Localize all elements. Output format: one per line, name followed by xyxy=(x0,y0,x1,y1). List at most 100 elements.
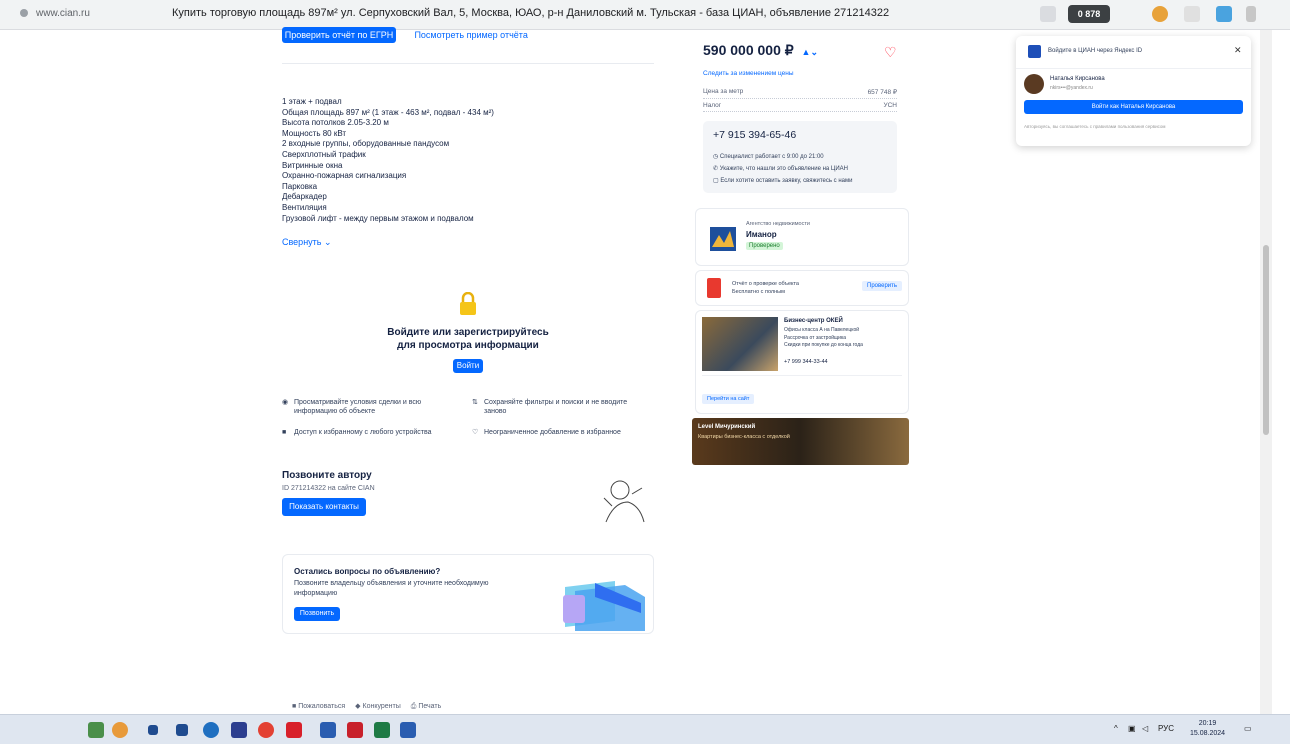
login-gate: Войдите или зарегистрируйтесь для просмо… xyxy=(282,291,654,373)
questions-text-2: информацию xyxy=(294,590,338,597)
questions-title: Остались вопросы по объявлению? xyxy=(294,567,441,576)
tax-row-value: УСН xyxy=(883,102,897,109)
price-row-label: Цена за метр xyxy=(703,88,744,95)
agency-label: Агентство недвижимости xyxy=(746,221,810,227)
description-line: Мощность 80 кВт xyxy=(282,128,347,138)
report-text: Отчёт о проверке объекта Бесплатно с пол… xyxy=(732,281,799,295)
competitors-link[interactable]: Конкуренты xyxy=(363,703,401,710)
feature-item: ■ Доступ к избранному с любого устройства xyxy=(282,429,432,436)
login-as-button[interactable]: Войти как Наталья Кирсанова xyxy=(1024,100,1243,114)
lock-icon xyxy=(459,291,477,316)
visit-site-button[interactable]: Перейти на сайт xyxy=(702,394,755,404)
pdf-icon xyxy=(707,278,721,298)
ad-phone[interactable]: +7 999 344-33-44 xyxy=(784,359,828,365)
weather-icon[interactable] xyxy=(112,722,128,738)
questions-card: Остались вопросы по объявлению? Позвонит… xyxy=(282,554,654,634)
browser-toolbar: www.cian.ru Купить торговую площадь 897м… xyxy=(0,0,1290,30)
avatar xyxy=(1024,74,1044,94)
example-report-link[interactable]: Посмотреть пример отчёта xyxy=(414,30,527,40)
app-icon[interactable] xyxy=(231,722,247,738)
print-link[interactable]: Печать xyxy=(418,703,441,710)
call-button[interactable]: Позвонить xyxy=(294,607,340,621)
description-line: 2 входные группы, оборудованные пандусом xyxy=(282,139,450,149)
verified-badge: Проверено xyxy=(746,242,783,250)
description-line: Дебаркадер xyxy=(282,192,327,202)
volume-icon[interactable]: ◁ xyxy=(1142,724,1148,733)
task-view-icon[interactable] xyxy=(148,725,158,735)
price-watch-link[interactable]: Следить за изменением цены xyxy=(703,70,794,77)
description-line: Общая площадь 897 м² (1 этаж - 463 м², п… xyxy=(282,107,494,117)
phone-icon: ✆ xyxy=(713,166,720,172)
start-icon[interactable] xyxy=(88,722,104,738)
eye-icon: ◉ xyxy=(282,399,289,406)
yandex-browser-icon[interactable] xyxy=(258,722,274,738)
site-info-icon[interactable] xyxy=(20,9,28,17)
heart-icon: ♡ xyxy=(472,429,479,436)
yandex-login-popup: Войдите в ЦИАН через Яндекс ID ✕ Наталья… xyxy=(1016,36,1251,146)
check-report-button[interactable]: Проверить отчёт по ЕГРН xyxy=(282,27,396,43)
description-line: Витринные окна xyxy=(282,160,343,170)
login-button[interactable]: Войти xyxy=(453,359,483,373)
ad-card: Бизнес-центр ОКЕЙ Офисы класса А на Паве… xyxy=(695,310,909,414)
clock[interactable]: 20:19 15.08.2024 xyxy=(1190,719,1225,739)
collapse-link[interactable]: Свернуть ⌄ xyxy=(282,237,332,248)
phone-number[interactable]: +7 915 394-65-46 xyxy=(713,129,796,141)
file-explorer-icon[interactable] xyxy=(176,724,188,736)
description-line: Вентиляция xyxy=(282,202,327,212)
price-row-value: 657 748 ₽ xyxy=(867,89,897,96)
acrobat-icon[interactable] xyxy=(347,722,363,738)
popup-title: Войдите в ЦИАН через Яндекс ID xyxy=(1048,48,1143,54)
address-bar[interactable]: www.cian.ru xyxy=(36,8,90,19)
price-details: Цена за метр 657 748 ₽ Налог УСН xyxy=(703,88,897,112)
download-icon[interactable] xyxy=(1246,6,1256,22)
divider xyxy=(1016,68,1251,69)
page-scrollbar[interactable] xyxy=(1260,30,1272,714)
ad-title: Бизнес-центр ОКЕЙ xyxy=(784,318,843,324)
edge-icon[interactable] xyxy=(203,722,219,738)
footer-links: ■ Пожаловаться ◆ Конкуренты ⎙ Печать xyxy=(292,702,441,711)
language-indicator[interactable]: РУС xyxy=(1158,724,1174,733)
sync-icon[interactable] xyxy=(1216,6,1232,22)
notifications-icon[interactable]: ▭ xyxy=(1244,724,1252,733)
tray-chevron-icon[interactable]: ^ xyxy=(1114,724,1118,733)
word-icon[interactable] xyxy=(400,722,416,738)
divider xyxy=(282,63,654,64)
check-report-small-button[interactable]: Проверить xyxy=(862,281,903,291)
author-illustration xyxy=(584,472,654,528)
show-contacts-button[interactable]: Показать контакты xyxy=(282,498,366,516)
ad-disclaimer xyxy=(702,375,902,385)
phone-illustration xyxy=(555,577,651,631)
close-icon[interactable]: ✕ xyxy=(1234,45,1242,56)
favorite-icon[interactable]: ♡ xyxy=(884,44,897,61)
banner-title: Level Мичуринский xyxy=(698,424,756,430)
profile-icon[interactable] xyxy=(1152,6,1168,22)
banner-subtitle: Квартиры бизнес-класса с отделкой xyxy=(698,434,790,440)
price-history-icon[interactable]: ▲⌄ xyxy=(802,47,818,57)
network-icon[interactable]: ▣ xyxy=(1128,724,1136,733)
report-card: Отчёт о проверке объекта Бесплатно с пол… xyxy=(695,270,909,306)
feature-item: ⇅ Сохраняйте фильтры и поиски и не вводит… xyxy=(472,399,628,415)
login-subtitle: для просмотра информации xyxy=(397,340,539,351)
description-line: Сверхплотный трафик xyxy=(282,149,366,159)
promo-banner[interactable]: Level Мичуринский Квартиры бизнес-класса… xyxy=(692,418,909,465)
extensions-icon[interactable] xyxy=(1184,6,1200,22)
price: 590 000 000 ₽ ▲⌄ xyxy=(703,42,818,58)
agency-card[interactable]: Агентство недвижимости Иманор Проверено xyxy=(695,208,909,266)
scrollbar-thumb[interactable] xyxy=(1263,245,1269,435)
excel-icon[interactable] xyxy=(374,722,390,738)
print-icon: ⎙ xyxy=(410,703,417,710)
bookmark-icon[interactable] xyxy=(1040,6,1056,22)
opera-icon[interactable] xyxy=(286,722,302,738)
popup-legal: Авторизуясь, вы соглашаетесь с правилами… xyxy=(1024,124,1166,129)
login-title: Войдите или зарегистрируйтесь xyxy=(387,327,549,338)
extension-badge[interactable]: 0 878 xyxy=(1068,5,1110,23)
complaint-link[interactable]: Пожаловаться xyxy=(298,703,345,710)
agency-name: Иманор xyxy=(746,230,777,239)
devices-icon: ■ xyxy=(282,429,287,436)
store-icon[interactable] xyxy=(320,722,336,738)
taskbar: ^ ▣ ◁ РУС 20:19 15.08.2024 ▭ xyxy=(0,714,1290,744)
page-title: Купить торговую площадь 897м² ул. Серпух… xyxy=(172,7,890,19)
phone-notes: ◷ Специалист работает с 9:00 до 21:00 ✆ … xyxy=(713,154,853,184)
ad-image[interactable] xyxy=(702,317,778,371)
user-name: Наталья Кирсанова xyxy=(1050,76,1105,82)
